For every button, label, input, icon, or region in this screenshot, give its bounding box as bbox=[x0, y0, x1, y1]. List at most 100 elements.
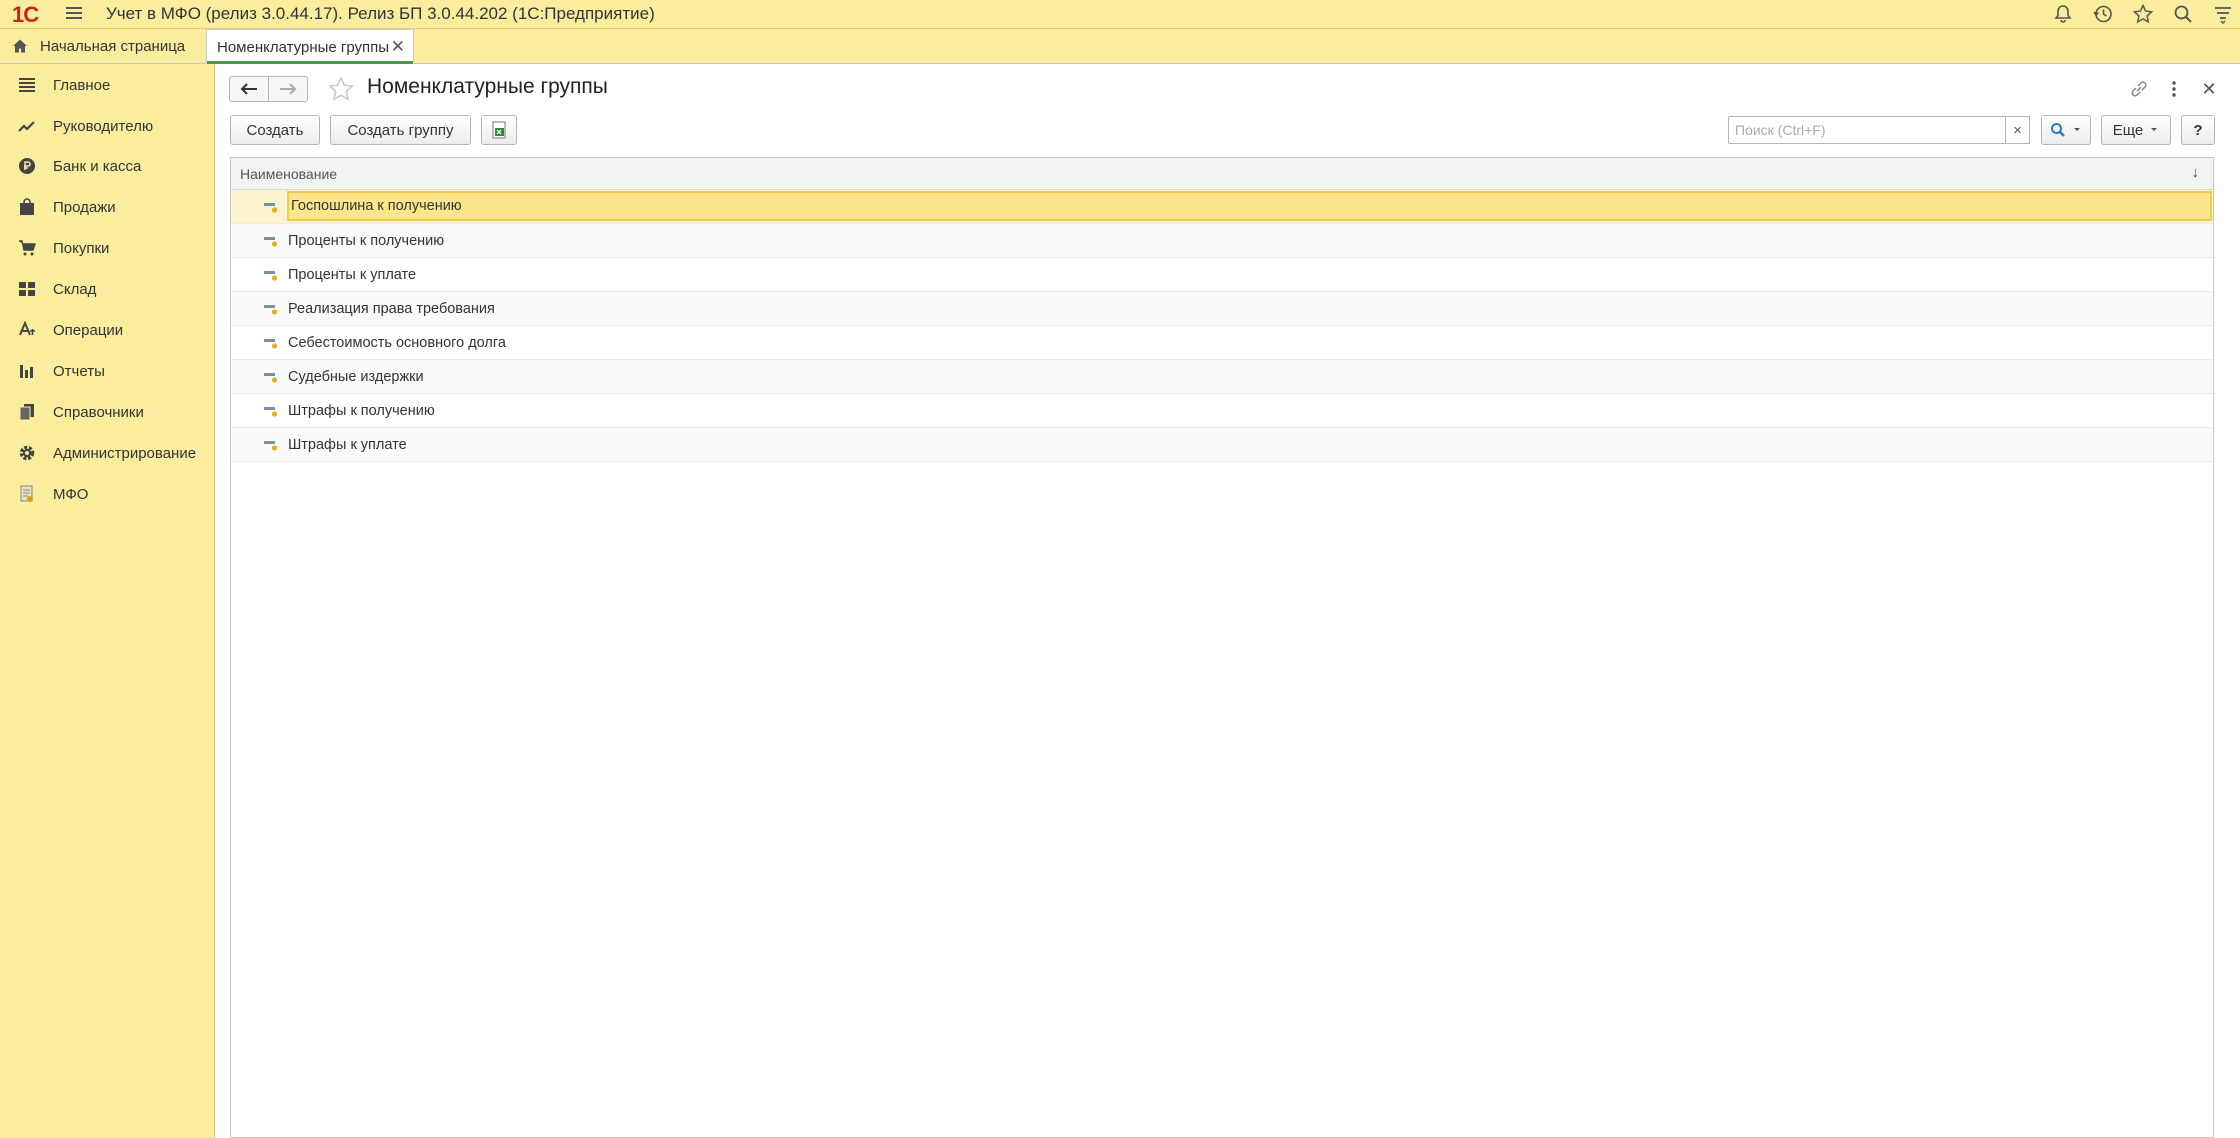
cell-name: Проценты к получению bbox=[288, 232, 445, 249]
title-bar: 1С Учет в МФО (релиз 3.0.44.17). Релиз Б… bbox=[0, 0, 2240, 29]
group-item-icon bbox=[264, 203, 278, 213]
page-title: Номенклатурные группы bbox=[367, 75, 608, 98]
cell-name: Судебные издержки bbox=[288, 368, 424, 385]
chevron-down-icon bbox=[2074, 128, 2080, 131]
sidebar-item-label: Операции bbox=[53, 321, 124, 339]
ruble-coin-icon bbox=[17, 156, 37, 176]
form-area: Номенклатурные группы ✕ Создать Создать … bbox=[215, 64, 2240, 1138]
sidebar-item-label: Склад bbox=[53, 280, 97, 298]
table-row[interactable]: Судебные издержки bbox=[231, 360, 2213, 394]
main-menu-icon[interactable] bbox=[64, 3, 84, 23]
app-logo[interactable]: 1С bbox=[12, 2, 39, 28]
group-item-icon bbox=[264, 305, 278, 315]
sidebar-item-label: Продажи bbox=[53, 198, 116, 216]
forward-button[interactable] bbox=[268, 76, 308, 102]
more-actions-button[interactable]: Еще bbox=[2101, 115, 2171, 145]
table-row[interactable]: Проценты к получению bbox=[231, 224, 2213, 258]
gear-icon bbox=[17, 443, 37, 463]
history-icon[interactable] bbox=[2092, 3, 2114, 25]
sidebar-item-label: Банк и касса bbox=[53, 157, 142, 175]
export-excel-button[interactable] bbox=[481, 115, 517, 145]
sidebar-item-bank[interactable]: Банк и касса bbox=[0, 146, 214, 186]
sidebar-item-operations[interactable]: Операции bbox=[0, 310, 214, 350]
tab-active-label: Номенклатурные группы bbox=[217, 38, 390, 56]
menu-lines-icon bbox=[17, 75, 37, 95]
search-clear-button[interactable]: × bbox=[2005, 116, 2030, 144]
group-item-icon bbox=[264, 441, 278, 451]
sidebar-item-sales[interactable]: Продажи bbox=[0, 187, 214, 227]
cell-name: Себестоимость основного долга bbox=[288, 334, 506, 351]
cell-name: Штрафы к получению bbox=[288, 402, 435, 419]
tab-nomenclature-groups[interactable]: Номенклатурные группы ✕ bbox=[206, 29, 414, 64]
cell-name: Госпошлина к получению bbox=[287, 191, 2212, 221]
group-item-icon bbox=[264, 407, 278, 417]
table-row[interactable]: Проценты к уплате bbox=[231, 258, 2213, 292]
home-icon bbox=[13, 39, 27, 53]
sidebar-item-label: Отчеты bbox=[53, 362, 105, 380]
search-icon bbox=[2051, 123, 2065, 137]
table-row[interactable]: Реализация права требования bbox=[231, 292, 2213, 326]
sidebar-item-reports[interactable]: Отчеты bbox=[0, 351, 214, 391]
more-actions-label: Еще bbox=[2112, 121, 2144, 139]
create-button[interactable]: Создать bbox=[230, 115, 320, 145]
link-icon[interactable] bbox=[2128, 78, 2150, 100]
arrow-right-icon bbox=[280, 83, 297, 95]
sidebar-item-directories[interactable]: Справочники bbox=[0, 392, 214, 432]
sidebar-item-label: МФО bbox=[53, 485, 89, 503]
sidebar-item-manager[interactable]: Руководителю bbox=[0, 106, 214, 146]
table-header: Наименование ↓ bbox=[231, 158, 2213, 190]
excel-icon bbox=[492, 121, 506, 139]
cell-name: Реализация права требования bbox=[288, 300, 495, 317]
group-item-icon bbox=[264, 373, 278, 383]
cell-name: Штрафы к уплате bbox=[288, 436, 407, 453]
group-item-icon bbox=[264, 271, 278, 281]
sidebar-item-label: Покупки bbox=[53, 239, 110, 257]
close-form-icon[interactable]: ✕ bbox=[2198, 78, 2220, 100]
cart-icon bbox=[17, 238, 37, 258]
sidebar-item-label: Администрирование bbox=[53, 444, 197, 462]
search-mode-button[interactable] bbox=[2041, 115, 2091, 145]
group-item-icon bbox=[264, 237, 278, 247]
bar-chart-icon bbox=[17, 361, 37, 381]
sidebar-item-label: Справочники bbox=[53, 403, 144, 421]
group-item-icon bbox=[264, 339, 278, 349]
sidebar-item-main[interactable]: Главное bbox=[0, 65, 214, 105]
help-button[interactable]: ? bbox=[2181, 115, 2215, 145]
arrow-left-icon bbox=[240, 83, 257, 95]
search-input[interactable]: Поиск (Ctrl+F) bbox=[1728, 116, 2006, 144]
sidebar-item-mfo[interactable]: МФО bbox=[0, 474, 214, 514]
column-header-name[interactable]: Наименование bbox=[240, 166, 337, 182]
sort-desc-icon[interactable]: ↓ bbox=[2192, 164, 2200, 181]
sidebar: Главное Руководителю Банк и касса Продаж… bbox=[0, 64, 215, 1138]
search-icon[interactable] bbox=[2172, 3, 2194, 25]
star-icon[interactable] bbox=[2132, 3, 2154, 25]
create-group-button[interactable]: Создать группу bbox=[330, 115, 471, 145]
table-row[interactable]: Себестоимость основного долга bbox=[231, 326, 2213, 360]
more-vertical-icon[interactable] bbox=[2163, 78, 2185, 100]
table-row[interactable]: Госпошлина к получению bbox=[231, 190, 2213, 224]
back-button[interactable] bbox=[229, 76, 269, 102]
bell-icon[interactable] bbox=[2052, 3, 2074, 25]
mfo-document-icon bbox=[17, 484, 37, 504]
tab-home-label: Начальная страница bbox=[40, 37, 186, 55]
sidebar-item-label: Главное bbox=[53, 76, 111, 94]
tab-close-icon[interactable]: ✕ bbox=[391, 37, 405, 57]
favorite-star-icon[interactable] bbox=[327, 76, 355, 107]
table-row[interactable]: Штрафы к получению bbox=[231, 394, 2213, 428]
settings-menu-icon[interactable] bbox=[2212, 3, 2234, 25]
nomenclature-groups-table[interactable]: Наименование ↓ Госпошлина к получению Про… bbox=[230, 157, 2214, 1138]
table-row[interactable]: Штрафы к уплате bbox=[231, 428, 2213, 462]
sidebar-item-warehouse[interactable]: Склад bbox=[0, 269, 214, 309]
sidebar-item-label: Руководителю bbox=[53, 117, 154, 135]
sidebar-item-purchases[interactable]: Покупки bbox=[0, 228, 214, 268]
operations-icon bbox=[17, 320, 37, 340]
tab-home[interactable]: Начальная страница bbox=[0, 29, 204, 63]
warehouse-grid-icon bbox=[17, 279, 37, 299]
chevron-down-icon bbox=[2151, 128, 2158, 131]
sidebar-item-administration[interactable]: Администрирование bbox=[0, 433, 214, 473]
app-title: Учет в МФО (релиз 3.0.44.17). Релиз БП 3… bbox=[106, 4, 655, 23]
tab-bar: Начальная страница Номенклатурные группы… bbox=[0, 29, 2240, 64]
cell-name: Проценты к уплате bbox=[288, 266, 417, 283]
books-icon bbox=[17, 402, 37, 422]
trend-icon bbox=[17, 116, 37, 136]
